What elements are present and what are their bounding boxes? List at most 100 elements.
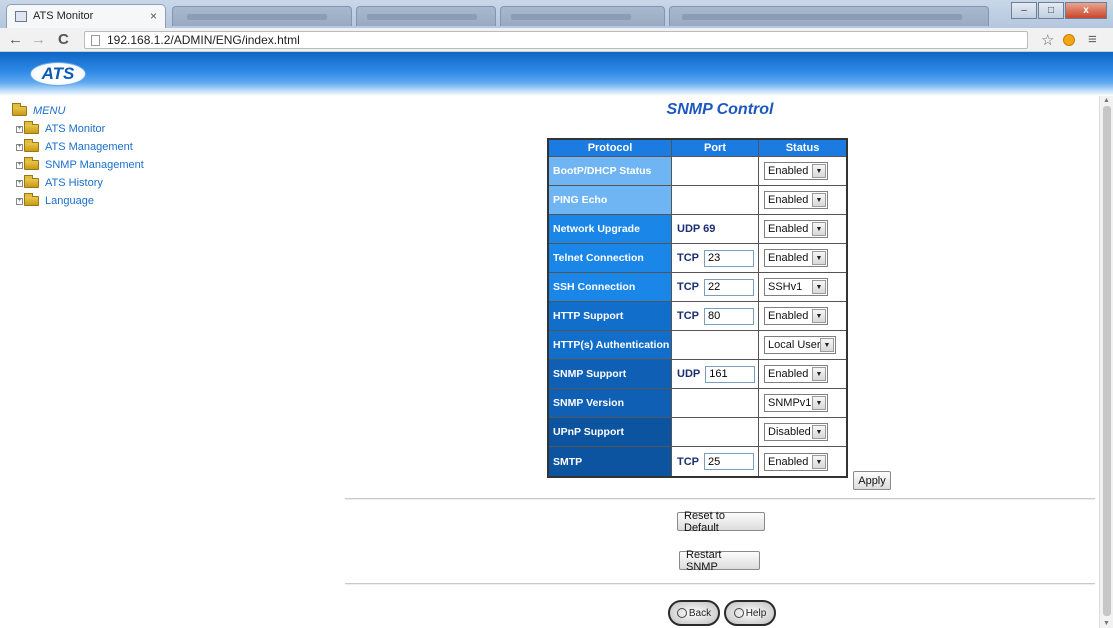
sidebar-item-ats-management[interactable]: + ATS Management [12,138,212,156]
background-tab[interactable] [669,6,989,26]
protocol-name: HTTP Support [549,302,672,330]
dropdown-arrow-icon[interactable]: ▼ [812,367,826,381]
restart-snmp-button[interactable]: Restart SNMP [679,549,760,573]
status-select[interactable]: SNMPv1 ▼ [764,394,828,412]
port-input[interactable] [705,365,756,383]
folder-icon [24,121,39,134]
dropdown-arrow-icon[interactable]: ▼ [812,396,826,410]
status-select[interactable]: Enabled ▼ [764,452,828,471]
scrollbar-thumb[interactable] [1103,106,1111,616]
expand-plus-icon[interactable]: + [16,143,23,151]
status-select[interactable]: Enabled ▼ [764,249,828,267]
status-select[interactable]: Local User ▼ [764,336,836,354]
dropdown-arrow-icon[interactable]: ▼ [812,251,826,265]
bookmark-star-icon[interactable]: ☆ [1041,31,1054,49]
transport-label: UDP [677,368,701,380]
status-cell: Enabled ▼ [759,215,846,243]
extension-icon[interactable] [1063,34,1075,46]
sidebar-item-ats-monitor[interactable]: + ATS Monitor [12,120,212,138]
status-cell: Enabled ▼ [759,186,846,214]
sidebar-item-ats-history[interactable]: + ATS History [12,174,212,192]
expand-plus-icon[interactable]: + [16,161,23,169]
dropdown-arrow-icon[interactable]: ▼ [812,280,826,294]
close-window-button[interactable]: x [1065,2,1107,19]
apply-button[interactable]: Apply [853,471,891,490]
status-select[interactable]: Enabled ▼ [764,191,828,209]
maximize-button[interactable]: □ [1038,2,1064,19]
dropdown-arrow-icon[interactable]: ▼ [812,309,826,323]
transport-label: TCP [677,455,699,468]
folder-icon [24,193,39,206]
expand-plus-icon[interactable]: + [16,197,23,205]
sidebar-item-label: SNMP Management [45,159,144,171]
status-select[interactable]: Enabled ▼ [764,365,828,383]
page-favicon-icon [15,11,27,22]
protocol-name: SMTP [549,447,672,476]
reset-to-default-button[interactable]: Reset to Default [677,510,765,534]
sidebar-item-language[interactable]: + Language [12,192,212,210]
protocol-name: SSH Connection [549,273,672,301]
port-cell: UDP 69 [672,215,759,243]
sidebar-item-snmp-management[interactable]: + SNMP Management [12,156,212,174]
port-input[interactable] [704,453,754,470]
protocol-name: BootP/DHCP Status [549,157,672,185]
table-row: UPnP Support Disabled ▼ [549,418,846,447]
reload-icon[interactable]: C [58,31,69,48]
status-select[interactable]: Enabled ▼ [764,162,828,180]
status-select[interactable]: Disabled ▼ [764,423,828,441]
status-value: Enabled [768,252,809,264]
scroll-up-icon[interactable]: ▲ [1103,97,1110,104]
help-button[interactable]: Help [724,600,776,626]
sidebar-item-label: ATS Monitor [45,123,106,135]
status-value: Disabled [768,426,811,438]
status-select[interactable]: Enabled ▼ [764,307,828,325]
tab-close-icon[interactable]: × [150,9,157,23]
back-button[interactable]: Back [668,600,720,626]
protocol-name: Telnet Connection [549,244,672,272]
dropdown-arrow-icon[interactable]: ▼ [812,454,826,469]
sidebar-item-label: ATS History [45,177,103,189]
sidebar-item-label: ATS Management [45,141,133,153]
expand-plus-icon[interactable]: + [16,125,23,133]
background-tab[interactable] [172,6,352,26]
table-row: SNMP Version SNMPv1 ▼ [549,389,846,418]
protocol-name: HTTP(s) Authentication [549,331,672,359]
dropdown-arrow-icon[interactable]: ▼ [820,338,834,352]
folder-icon [24,139,39,152]
protocol-name: PING Echo [549,186,672,214]
back-arrow-icon[interactable]: ← [8,31,23,48]
dropdown-arrow-icon[interactable]: ▼ [812,193,826,207]
dropdown-arrow-icon[interactable]: ▼ [812,425,826,439]
status-cell: Enabled ▼ [759,244,846,272]
port-input[interactable] [704,307,754,325]
header-status: Status [759,140,846,156]
address-bar[interactable]: 192.168.1.2/ADMIN/ENG/index.html [84,31,1028,49]
browser-tab[interactable]: ATS Monitor × [6,4,166,28]
vertical-scrollbar[interactable]: ▲ ▼ [1099,96,1113,628]
protocol-name: UPnP Support [549,418,672,446]
menu-root[interactable]: MENU [12,102,212,120]
port-input[interactable] [704,249,754,267]
protocol-name: SNMP Version [549,389,672,417]
table-header: Protocol Port Status [549,140,846,157]
dropdown-arrow-icon[interactable]: ▼ [812,222,826,236]
tab-title: ATS Monitor [33,10,94,22]
status-cell: Enabled ▼ [759,447,846,476]
dropdown-arrow-icon[interactable]: ▼ [812,164,826,178]
status-cell: Enabled ▼ [759,360,846,388]
forward-arrow-icon[interactable]: → [31,31,46,48]
status-select[interactable]: Enabled ▼ [764,220,828,238]
port-input[interactable] [704,278,754,296]
background-tab[interactable] [356,6,496,26]
scroll-down-icon[interactable]: ▼ [1103,620,1110,627]
status-cell: Local User ▼ [759,331,846,359]
page-title: SNMP Control [666,101,774,118]
background-tab[interactable] [500,6,665,26]
folder-icon [24,175,39,188]
port-cell: TCP [672,447,759,476]
menu-icon[interactable]: ≡ [1088,31,1097,48]
status-select[interactable]: SSHv1 ▼ [764,278,828,296]
expand-plus-icon[interactable]: + [16,179,23,187]
port-cell [672,186,759,214]
minimize-button[interactable]: – [1011,2,1037,19]
